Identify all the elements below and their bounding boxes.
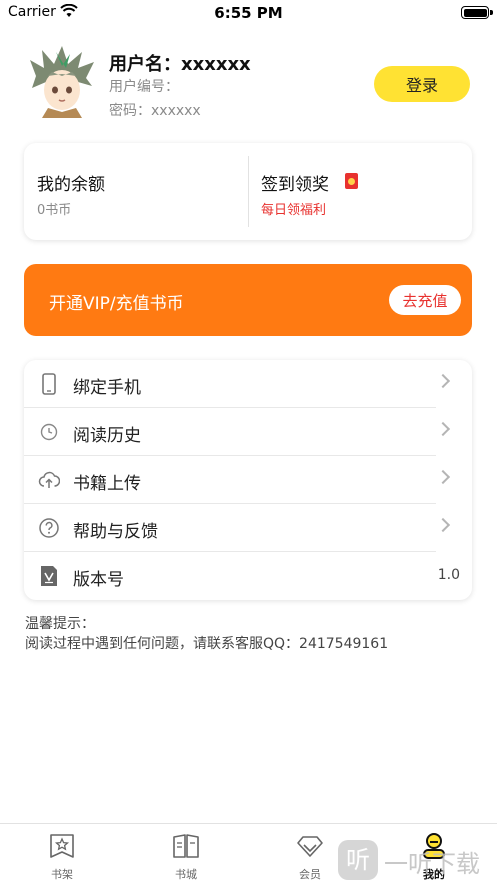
signin-subtitle: 每日领福利	[261, 203, 327, 218]
help-icon	[39, 518, 59, 538]
watermark: 听 一听下载	[336, 838, 496, 882]
menu-label: 版本号	[73, 570, 124, 590]
balance-title: 我的余额	[37, 175, 105, 195]
version-icon	[41, 566, 57, 586]
red-envelope-icon	[345, 173, 358, 189]
chevron-right-icon	[435, 517, 451, 533]
tab-bookshelf[interactable]: 书架	[17, 824, 107, 883]
battery-cap	[490, 10, 493, 15]
avatar[interactable]	[26, 46, 98, 118]
menu-item-version[interactable]: 版本号 1.0	[24, 552, 472, 600]
watermark-text: 一听下载	[384, 850, 480, 878]
book-icon	[173, 834, 199, 858]
user-id-label: 用户编号：	[109, 79, 179, 95]
tab-label: 书架	[51, 868, 73, 881]
username: 用户名：xxxxxx	[109, 54, 251, 75]
menu-item-bind-phone[interactable]: 绑定手机	[24, 360, 472, 408]
tab-label: 书城	[175, 868, 197, 881]
chevron-right-icon	[435, 469, 451, 485]
clock-icon	[40, 423, 58, 441]
vip-banner[interactable]: 开通VIP/充值书币 去充值	[24, 264, 472, 336]
menu-label: 绑定手机	[73, 378, 141, 398]
menu-item-help[interactable]: 帮助与反馈	[24, 504, 472, 552]
tip-body: 阅读过程中遇到任何问题，请联系客服QQ：2417549161	[25, 636, 389, 652]
menu-label: 书籍上传	[73, 474, 141, 494]
recharge-button[interactable]: 去充值	[389, 285, 461, 315]
tab-bookstore[interactable]: 书城	[141, 824, 231, 883]
login-button[interactable]: 登录	[374, 66, 470, 102]
menu-item-upload[interactable]: 书籍上传	[24, 456, 472, 504]
chevron-right-icon	[435, 421, 451, 437]
version-value: 1.0	[437, 567, 460, 583]
bookshelf-icon	[50, 834, 74, 858]
chevron-right-icon	[435, 373, 451, 389]
balance-value: 0书币	[37, 203, 72, 218]
status-bar: Carrier 6:55 PM	[0, 0, 497, 26]
menu-list: 绑定手机 阅读历史 书籍上传 帮助与反馈 版本号 1.0	[24, 360, 472, 600]
watermark-logo: 听	[338, 840, 378, 880]
clock-time: 6:55 PM	[214, 4, 283, 22]
battery-icon	[461, 6, 489, 19]
card-divider	[248, 156, 249, 227]
phone-icon	[42, 373, 56, 395]
menu-label: 阅读历史	[73, 426, 141, 446]
menu-item-history[interactable]: 阅读历史	[24, 408, 472, 456]
cloud-upload-icon	[38, 471, 60, 488]
balance-card: 我的余额 0书币 签到领奖 每日领福利	[24, 143, 472, 240]
menu-label: 帮助与反馈	[73, 522, 158, 542]
tip-title: 温馨提示：	[25, 616, 95, 632]
password-label: 密码：xxxxxx	[109, 103, 201, 119]
vip-text: 开通VIP/充值书币	[49, 294, 184, 314]
diamond-icon	[297, 836, 323, 857]
signin-title: 签到领奖	[261, 175, 329, 195]
